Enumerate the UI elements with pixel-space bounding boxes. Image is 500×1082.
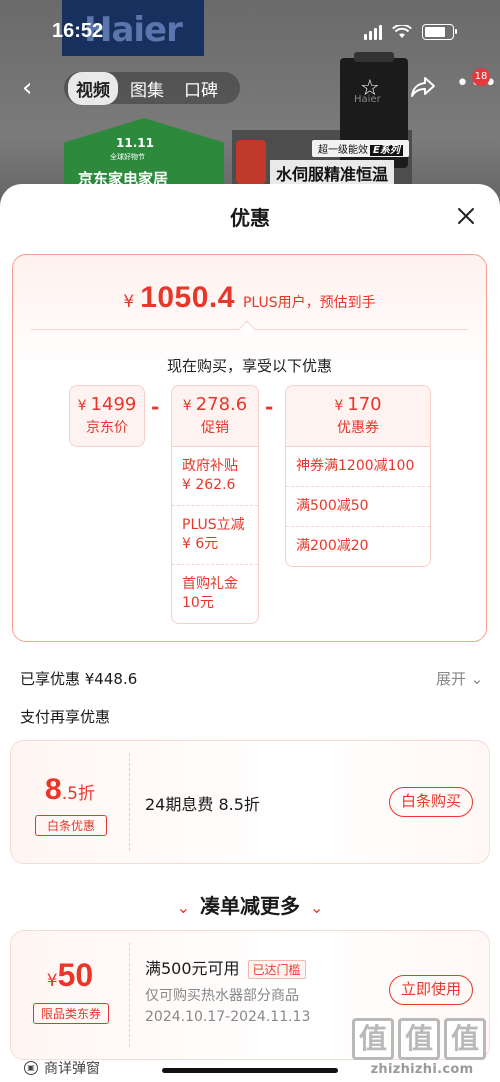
baitiao-desc: 24期息费 8.5折 <box>145 795 260 814</box>
tab-gallery[interactable]: 图集 <box>122 72 172 105</box>
coupon-condition: 满500元可用 已达门槛 <box>145 955 306 979</box>
promotion-item: PLUS立减 ¥ 6元 <box>172 505 258 564</box>
status-icons <box>364 24 457 40</box>
watermark-logo: 值值值 <box>352 1018 492 1060</box>
product-fire-image <box>236 140 266 184</box>
watermark-url: zhizhizhi.com <box>370 1062 474 1077</box>
sheet-title: 优惠 <box>230 206 270 230</box>
chevron-icon: ⌄ <box>176 898 190 917</box>
promotion-value: 278.6 <box>195 394 248 415</box>
jd-price-label: 京东价 <box>86 420 128 436</box>
promotion-item: 首购礼金 10元 <box>172 564 258 623</box>
back-icon[interactable]: ‹ <box>22 74 32 102</box>
popup-icon: ▣ <box>24 1061 38 1075</box>
popup-source-label: ▣ 商详弹窗 <box>24 1058 100 1078</box>
coupon-category-tag: 限品类东券 <box>33 1003 109 1024</box>
baitiao-discount: 8.5折 <box>45 773 95 806</box>
close-icon[interactable] <box>454 204 478 228</box>
tab-reviews[interactable]: 口碑 <box>176 72 226 105</box>
product-slogan: 水伺服精准恒温 <box>270 160 395 186</box>
coupon-pill: ¥170 优惠券 <box>285 385 431 447</box>
signal-icon <box>364 24 382 40</box>
watermark: 值值值 zhizhizhi.com <box>352 1018 492 1082</box>
estimated-price: ¥ 1050.4 PLUS用户，预估到手 <box>13 281 486 315</box>
baitiao-buy-button[interactable]: 白条购买 <box>389 787 473 817</box>
star-icon[interactable]: ☆ <box>360 76 380 101</box>
message-count-badge: 18 <box>472 68 490 86</box>
chevron-down-icon: ⌄ <box>466 670 484 688</box>
breakdown-subtitle: 现在购买，享受以下优惠 <box>166 357 332 375</box>
banner-subtitle: 全球好物节 <box>110 153 145 161</box>
wifi-icon <box>392 25 412 38</box>
tab-video[interactable]: 视频 <box>68 71 118 105</box>
banner-title: 11.11 <box>116 136 154 150</box>
coupon-item: 满200减20 <box>286 526 430 566</box>
energy-badge: 超一级能效 E系列 <box>312 140 409 157</box>
estimated-amount: 1050.4 <box>140 281 235 314</box>
status-time: 16:52 <box>52 20 104 42</box>
minus-sign: - <box>265 395 274 419</box>
estimated-note: PLUS用户，预估到手 <box>242 295 376 311</box>
minus-sign: - <box>151 395 160 419</box>
price-summary-card: ¥ 1050.4 PLUS用户，预估到手 现在购买，享受以下优惠 ¥1499 京… <box>12 254 487 642</box>
promotion-list: 政府补贴 ¥ 262.6 PLUS立减 ¥ 6元 首购礼金 10元 <box>171 447 259 624</box>
home-indicator <box>162 1068 338 1073</box>
baitiao-card: 8.5折 白条优惠 24期息费 8.5折 白条购买 <box>10 740 490 864</box>
coupon-scope: 仅可购买热水器部分商品 <box>145 988 299 1004</box>
threshold-reached-badge: 已达门槛 <box>247 960 306 979</box>
promotion-label: 促销 <box>201 420 229 436</box>
chevron-icon: ⌄ <box>310 898 324 917</box>
coupon-label: 优惠券 <box>337 420 379 436</box>
coupon-value: 170 <box>347 394 382 415</box>
currency-symbol: ¥ <box>123 292 135 312</box>
battery-icon <box>422 24 457 40</box>
promo-banner: 11.11 全球好物节 京东家电家居 <box>64 118 224 188</box>
applied-discount: 已享优惠 ¥448.6 <box>20 670 138 688</box>
jd-price-pill: ¥1499 京东价 <box>69 385 145 447</box>
coupon-validity: 2024.10.17-2024.11.13 <box>145 1009 311 1025</box>
promotion-pill: ¥278.6 促销 <box>171 385 259 447</box>
coupon-item: 满500减50 <box>286 486 430 526</box>
coupon-list: 神券满1200减100 满500减50 满200减20 <box>285 447 431 567</box>
coupon-item: 神券满1200减100 <box>296 458 415 474</box>
jd-price-value: 1499 <box>90 394 137 415</box>
more-discounts-title: ⌄ 凑单减更多 ⌄ <box>176 894 324 918</box>
baitiao-tag: 白条优惠 <box>35 815 107 836</box>
expand-toggle[interactable]: 展开 ⌄ <box>436 668 483 689</box>
share-icon[interactable] <box>410 76 436 98</box>
discount-sheet: 优惠 ¥ 1050.4 PLUS用户，预估到手 现在购买，享受以下优惠 ¥149… <box>0 184 500 1082</box>
payment-discount-title: 支付再享优惠 <box>20 708 111 726</box>
media-tabs: 视频 图集 口碑 <box>64 71 240 105</box>
divider-notch <box>238 320 256 338</box>
coupon-amount: ¥50 <box>46 957 94 993</box>
promotion-item: 政府补贴 ¥ 262.6 <box>182 458 238 493</box>
use-coupon-button[interactable]: 立即使用 <box>389 975 473 1005</box>
